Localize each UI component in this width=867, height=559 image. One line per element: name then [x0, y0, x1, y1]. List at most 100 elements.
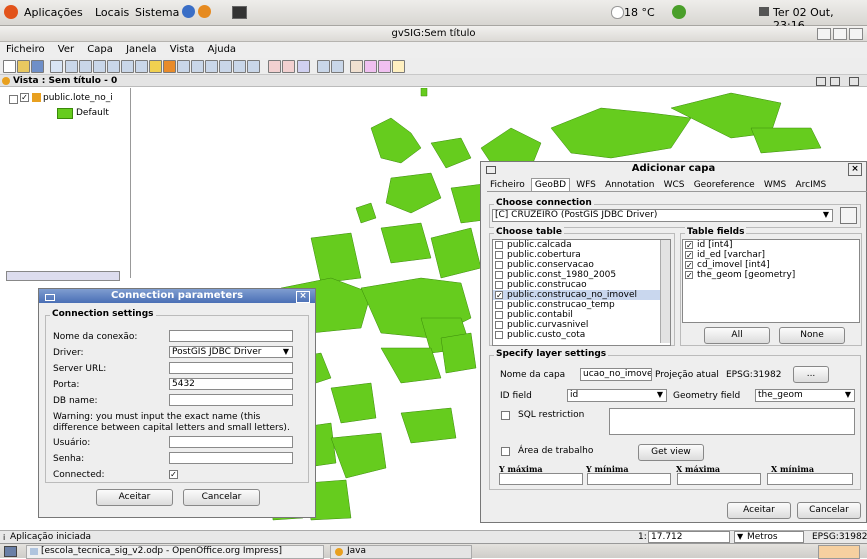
field-item[interactable]: ✓ cd_imovel [int4] [683, 260, 859, 270]
add-layer-close-button[interactable]: × [848, 163, 862, 176]
connected-checkbox[interactable]: ✓ [169, 470, 178, 479]
open-icon[interactable] [17, 60, 30, 73]
layer-visible-checkbox[interactable]: ✓ [20, 93, 29, 102]
conn-accept-button[interactable]: Aceitar [96, 489, 173, 506]
add-layer-icon[interactable] [50, 60, 63, 73]
select-circle-icon[interactable] [247, 60, 260, 73]
table-icon[interactable] [317, 60, 330, 73]
maximize-button[interactable] [833, 28, 847, 40]
menu-janela[interactable]: Janela [126, 44, 156, 55]
table-list-scrollbar[interactable] [660, 240, 670, 343]
volume-icon[interactable] [759, 7, 769, 16]
ymax-input[interactable] [499, 473, 583, 485]
zoom-full-icon[interactable] [93, 60, 106, 73]
ymin-input[interactable] [587, 473, 671, 485]
menu-vista[interactable]: Vista [170, 44, 195, 55]
firefox-icon[interactable] [198, 5, 211, 18]
copy-icon[interactable] [364, 60, 377, 73]
zoom-out-icon[interactable] [79, 60, 92, 73]
connection-select[interactable]: [C] CRUZEIRO (PostGIS JDBC Driver) ▼ [492, 209, 833, 222]
conn-cancel-button[interactable]: Cancelar [183, 489, 260, 506]
new-icon[interactable] [3, 60, 16, 73]
rect-icon[interactable] [268, 60, 281, 73]
add-layer-cancel-button[interactable]: Cancelar [797, 502, 861, 519]
layer-name-input[interactable]: ucao_no_imovel [580, 368, 652, 381]
graph-icon[interactable] [331, 60, 344, 73]
password-input[interactable] [169, 452, 293, 464]
close-button[interactable] [849, 28, 863, 40]
tab-arcims[interactable]: ArcIMS [792, 179, 829, 191]
frame-icon[interactable] [282, 60, 295, 73]
field-item[interactable]: ✓ the_geom [geometry] [683, 270, 859, 280]
menu-capa[interactable]: Capa [87, 44, 113, 55]
list-item[interactable]: public.contabil [493, 310, 670, 320]
save-icon[interactable] [31, 60, 44, 73]
taskbar-impress[interactable]: [escola_tecnica_sig_v2.odp - OpenOffice.… [26, 545, 324, 559]
paste-icon[interactable] [378, 60, 391, 73]
tab-wfs[interactable]: WFS [573, 179, 599, 191]
tab-wcs[interactable]: WCS [661, 179, 688, 191]
list-item[interactable]: public.construcao_temp [493, 300, 670, 310]
xmin-input[interactable] [767, 473, 853, 485]
expand-icon[interactable] [9, 95, 18, 104]
none-button[interactable]: None [779, 327, 845, 344]
list-item-selected[interactable]: ✓ public.construcao_no_imovel [493, 290, 670, 300]
zoom-in-icon[interactable] [65, 60, 78, 73]
tab-wms[interactable]: WMS [761, 179, 789, 191]
projection-button[interactable]: ... [793, 366, 829, 383]
workspace-switcher-icon[interactable] [818, 545, 860, 559]
dialog-menu-icon[interactable] [486, 166, 496, 174]
driver-select[interactable]: PostGIS JDBC Driver ▼ [169, 346, 293, 358]
list-item[interactable]: public.custo_cota [493, 330, 670, 340]
help-icon[interactable] [182, 5, 195, 18]
scale-input[interactable]: 17.712 [648, 531, 730, 543]
edit-icon[interactable] [392, 60, 405, 73]
close-view-icon[interactable] [849, 77, 859, 86]
tab-annotation[interactable]: Annotation [602, 179, 657, 191]
select-poly-icon[interactable] [233, 60, 246, 73]
geometry-field-select[interactable]: the_geom ▼ [755, 389, 855, 402]
menu-ficheiro[interactable]: Ficheiro [6, 44, 45, 55]
pan-icon[interactable] [135, 60, 148, 73]
units-select[interactable]: Metros ▼ [734, 531, 804, 543]
show-desktop-icon[interactable] [4, 546, 17, 557]
list-item[interactable]: public.cobertura [493, 250, 670, 260]
measure-icon[interactable] [177, 60, 190, 73]
layer-name[interactable]: public.lote_no_i [43, 93, 113, 103]
tool-icon[interactable] [350, 60, 363, 73]
info-icon[interactable] [163, 60, 176, 73]
menu-applications[interactable]: Aplicações [24, 6, 83, 19]
area-icon[interactable] [191, 60, 204, 73]
area-checkbox[interactable] [501, 447, 510, 456]
db-name-input[interactable] [169, 394, 293, 406]
minimize-button[interactable] [817, 28, 831, 40]
tab-georeference[interactable]: Georeference [691, 179, 758, 191]
select-icon[interactable] [205, 60, 218, 73]
user-input[interactable] [169, 436, 293, 448]
list-item[interactable]: public.construcao [493, 280, 670, 290]
list-item[interactable]: public.calcada [493, 240, 670, 250]
tab-ficheiro[interactable]: Ficheiro [487, 179, 528, 191]
zoom-select-icon[interactable] [107, 60, 120, 73]
id-field-select[interactable]: id ▼ [567, 389, 667, 402]
menu-ajuda[interactable]: Ajuda [208, 44, 236, 55]
sql-restriction-textarea[interactable] [609, 408, 855, 435]
hand-icon[interactable] [149, 60, 162, 73]
tab-geobd[interactable]: GeoBD [530, 178, 571, 191]
menu-places[interactable]: Locais [95, 6, 129, 19]
field-item[interactable]: ✓ id_ed [varchar] [683, 250, 859, 260]
taskbar-java[interactable]: Java [330, 545, 472, 559]
add-layer-accept-button[interactable]: Aceitar [727, 502, 791, 519]
all-button[interactable]: All [704, 327, 770, 344]
network-icon[interactable] [672, 5, 686, 19]
zoom-layer-icon[interactable] [121, 60, 134, 73]
list-item[interactable]: public.const_1980_2005 [493, 270, 670, 280]
xmax-input[interactable] [677, 473, 761, 485]
menu-system[interactable]: Sistema [135, 6, 179, 19]
conn-name-input[interactable] [169, 330, 293, 342]
gnome-foot-icon[interactable] [4, 5, 18, 19]
maximize-view-icon[interactable] [830, 77, 840, 86]
sql-restriction-checkbox[interactable] [501, 411, 510, 420]
port-input[interactable]: 5432 [169, 378, 293, 390]
find-icon[interactable] [297, 60, 310, 73]
